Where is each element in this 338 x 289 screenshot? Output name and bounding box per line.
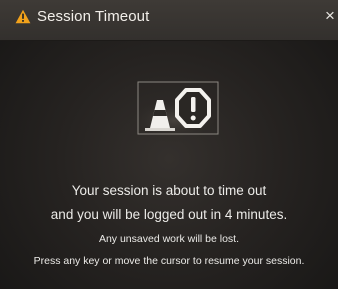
- timeout-countdown-message: and you will be logged out in 4 minutes.: [50, 207, 288, 222]
- timeout-message-line: Your session is about to time out: [71, 183, 267, 198]
- resume-instruction: Press any key or move the cursor to resu…: [33, 255, 305, 267]
- dialog-title: Session Timeout: [37, 8, 150, 25]
- timeout-illustration: [128, 81, 220, 142]
- warning-triangle-icon: [15, 9, 31, 24]
- session-timeout-dialog: Session Timeout × Your session is about …: [0, 0, 338, 289]
- close-icon[interactable]: ×: [325, 7, 338, 24]
- alert-octagon-icon: [175, 88, 211, 128]
- dialog-title-bar: Session Timeout ×: [0, 0, 338, 41]
- unsaved-work-warning: Any unsaved work will be lost.: [98, 233, 240, 245]
